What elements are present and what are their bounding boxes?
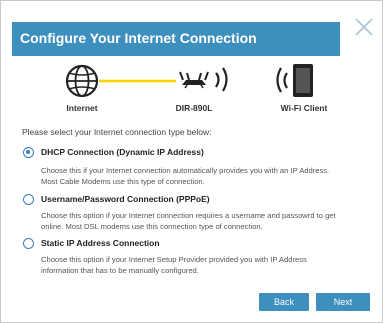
- setup-dialog: Configure Your Internet Connection Inter…: [0, 0, 383, 323]
- connection-type-prompt: Please select your Internet connection t…: [22, 127, 212, 137]
- option-pppoe-desc-line1: Choose this option if your Internet conn…: [41, 211, 336, 220]
- radio-pppoe[interactable]: [23, 194, 34, 205]
- option-pppoe-desc-line2: online. Most DSL modems use this connect…: [41, 222, 263, 231]
- next-button[interactable]: Next: [316, 293, 370, 311]
- option-dhcp-desc-line1: Choose this if your Internet connection …: [41, 166, 330, 175]
- option-pppoe-title[interactable]: Username/Password Connection (PPPoE): [41, 194, 210, 204]
- option-static-desc-line1: Choose this option if your Internet Setu…: [41, 255, 307, 264]
- wifi-signal-icon: [215, 67, 228, 92]
- router-label: DIR-890L: [175, 103, 213, 113]
- option-static-title[interactable]: Static IP Address Connection: [41, 238, 160, 248]
- close-icon[interactable]: [353, 16, 375, 38]
- option-dhcp-title[interactable]: DHCP Connection (Dynamic IP Address): [41, 147, 204, 157]
- dialog-title: Configure Your Internet Connection: [20, 30, 257, 46]
- internet-label: Internet: [66, 103, 98, 113]
- globe-icon: [65, 64, 99, 98]
- back-button[interactable]: Back: [259, 293, 309, 311]
- dialog-header: Configure Your Internet Connection: [12, 22, 340, 56]
- radio-static[interactable]: [23, 238, 34, 249]
- client-label: Wi-Fi Client: [280, 103, 328, 113]
- wifi-device-icon: [293, 64, 313, 97]
- option-static-desc-line2: information that has to be manually conf…: [41, 266, 199, 275]
- wifi-receive-icon: [276, 67, 288, 93]
- router-icon: [179, 71, 209, 89]
- radio-dhcp[interactable]: [23, 147, 34, 158]
- option-dhcp-desc-line2: Most Cable Modems use this type of conne…: [41, 177, 205, 186]
